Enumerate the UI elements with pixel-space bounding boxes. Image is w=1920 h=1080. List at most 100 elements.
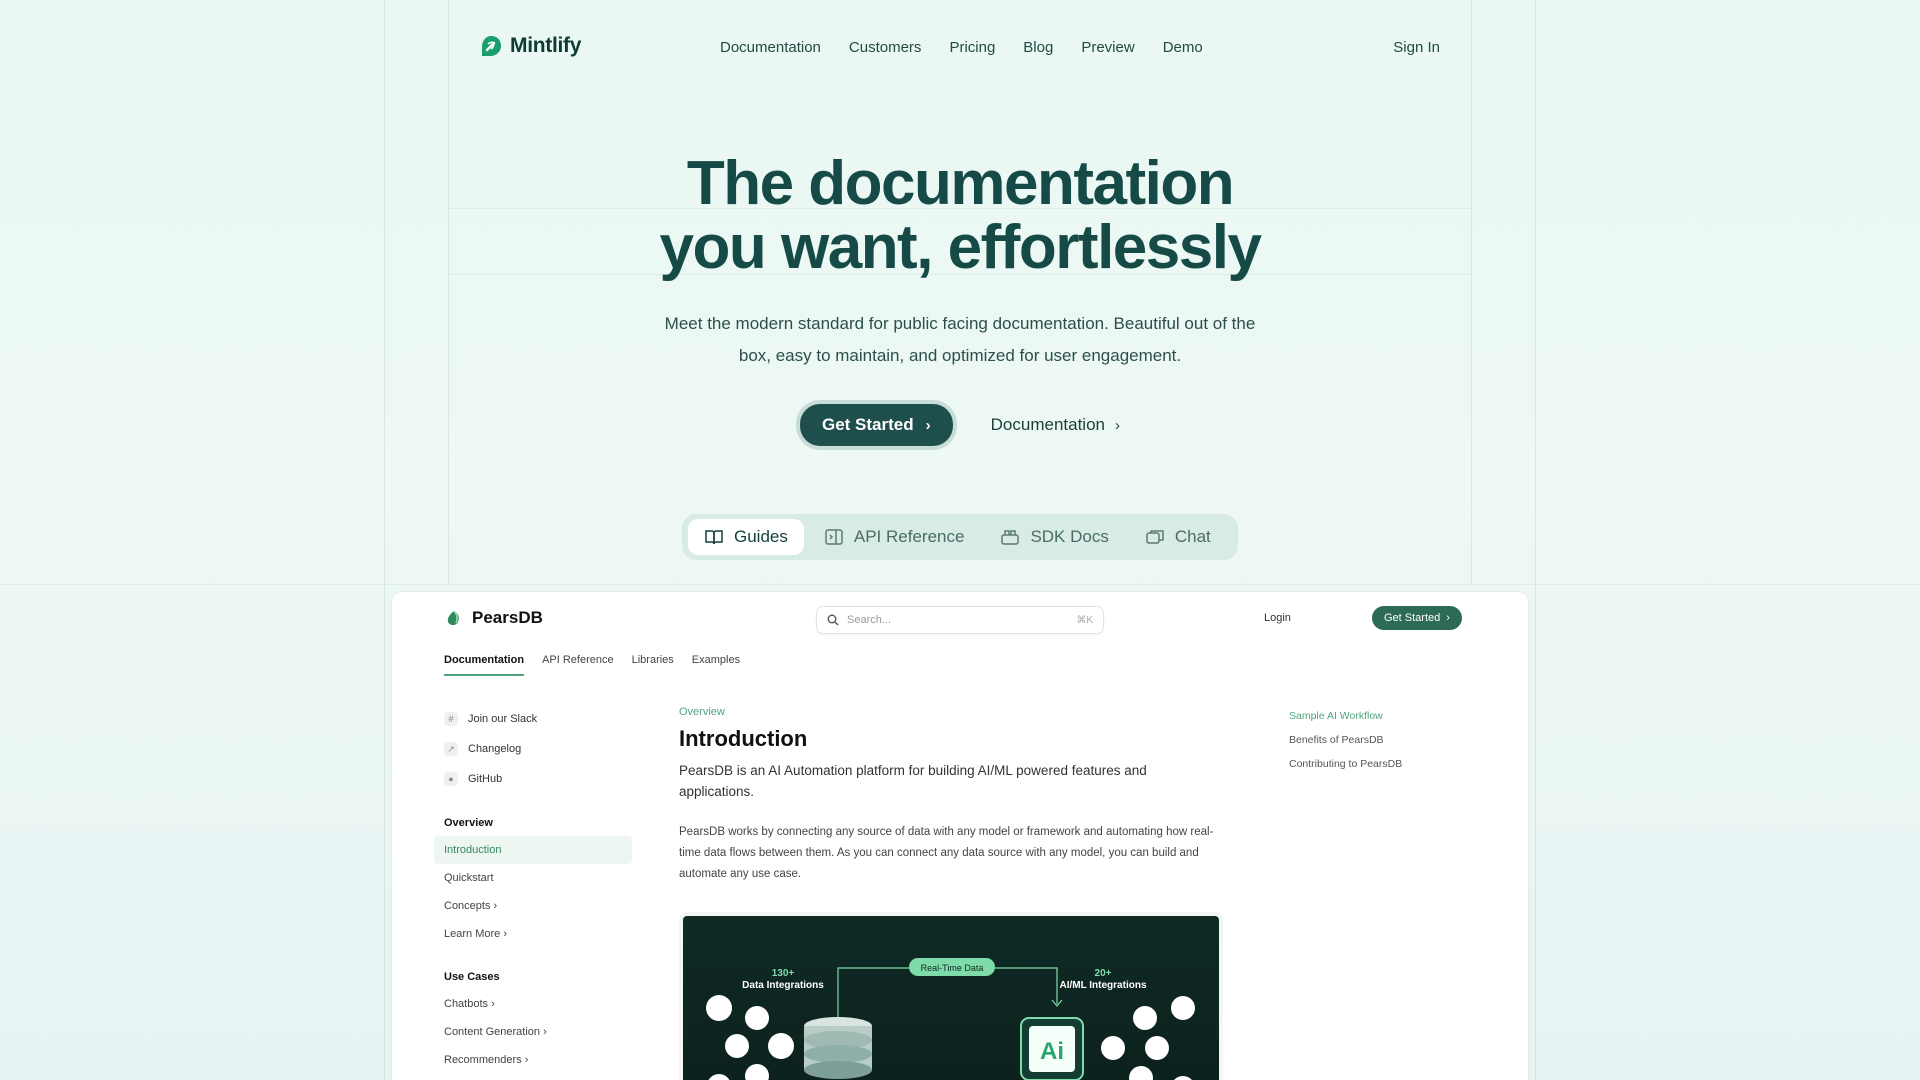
- ai-integrations-label: AI/ML Integrations: [1059, 980, 1146, 991]
- cta-row: Get Started › Documentation ›: [0, 404, 1920, 446]
- book-icon: [705, 530, 723, 545]
- huggingface-icon: [1145, 1036, 1169, 1060]
- nav-link-preview[interactable]: Preview: [1081, 39, 1134, 56]
- preview-sidebar: # Join our Slack ↗ Changelog ● GitHub Ov…: [434, 704, 632, 1074]
- preview-brand-logo[interactable]: PearsDB: [444, 608, 543, 628]
- grid-line: [384, 0, 385, 584]
- documentation-button[interactable]: Documentation ›: [991, 415, 1120, 435]
- documentation-label: Documentation: [990, 415, 1105, 434]
- preview-header: PearsDB Search... ⌘K Login Get Started ›: [444, 604, 1476, 634]
- tab-api-reference[interactable]: API Reference: [808, 519, 981, 555]
- workflow-diagram-art: Real-Time Data 130+ Data Integrations 20…: [706, 958, 1195, 1080]
- nav-link-customers[interactable]: Customers: [849, 39, 922, 56]
- sidebar-heading-use-cases: Use Cases: [444, 971, 500, 983]
- integration-icon: [708, 1074, 730, 1080]
- data-integrations-label: Data Integrations: [742, 980, 824, 991]
- sidebar-item-quickstart[interactable]: Quickstart: [434, 864, 632, 892]
- postgres-icon: [768, 1033, 794, 1059]
- real-time-data-label: Real-Time Data: [921, 963, 984, 973]
- sidebar-item-content-generation[interactable]: Content Generation ›: [434, 1018, 632, 1046]
- sidebar-item-chatbots[interactable]: Chatbots ›: [434, 990, 632, 1018]
- rocket-icon: ↗: [444, 742, 458, 756]
- chevron-right-icon: ›: [524, 1054, 529, 1066]
- pear-leaf-icon: [447, 610, 459, 625]
- grid-line: [1471, 0, 1472, 584]
- mongodb-icon: [745, 1006, 769, 1030]
- integration-icon: [1133, 1006, 1157, 1030]
- integration-icon: [1171, 996, 1195, 1020]
- nav-link-demo[interactable]: Demo: [1163, 39, 1203, 56]
- nav-link-pricing[interactable]: Pricing: [949, 39, 995, 56]
- preview-tab-libraries[interactable]: Libraries: [632, 654, 674, 676]
- toc-item-sample-ai-workflow[interactable]: Sample AI Workflow: [1289, 710, 1402, 734]
- sidebar-link-github[interactable]: ● GitHub: [434, 764, 632, 794]
- sidebar-link-label: Changelog: [468, 743, 522, 755]
- docs-preview-panel: PearsDB Search... ⌘K Login Get Started ›…: [392, 592, 1528, 1080]
- table-of-contents: Sample AI Workflow Benefits of PearsDB C…: [1289, 710, 1402, 782]
- sidebar-item-concepts[interactable]: Concepts ›: [434, 892, 632, 920]
- workflow-diagram: Real-Time Data 130+ Data Integrations 20…: [679, 912, 1223, 1080]
- snowflake-icon: [725, 1034, 749, 1058]
- sidebar-item-label: Recommenders: [444, 1054, 522, 1066]
- sidebar-link-changelog[interactable]: ↗ Changelog: [434, 734, 632, 764]
- get-started-label: Get Started: [822, 415, 914, 434]
- hero-subtitle: Meet the modern standard for public faci…: [664, 314, 1256, 365]
- chevron-right-icon: ›: [491, 998, 495, 1010]
- sidebar-item-label: Learn More: [444, 928, 501, 940]
- chevron-right-icon: ›: [1446, 612, 1450, 624]
- chevron-right-icon: ›: [543, 1026, 547, 1038]
- chevron-right-icon: ›: [925, 416, 931, 434]
- slack-icon: [745, 1064, 769, 1080]
- sidebar-item-recommenders[interactable]: Recommenders ›: [434, 1046, 632, 1074]
- github-icon: ●: [444, 772, 458, 786]
- tab-sdk-docs-label: SDK Docs: [1030, 527, 1109, 546]
- ai-chip-icon: Ai: [1020, 1017, 1084, 1080]
- package-icon: [1001, 530, 1020, 545]
- chat-icon: [1146, 530, 1164, 544]
- nav-link-documentation[interactable]: Documentation: [720, 39, 821, 56]
- preview-tab-api-reference[interactable]: API Reference: [542, 654, 614, 676]
- preview-get-started-label: Get Started: [1384, 612, 1441, 624]
- preview-get-started-button[interactable]: Get Started ›: [1372, 606, 1462, 630]
- page-lead: PearsDB is an AI Automation platform for…: [679, 763, 1147, 799]
- ai-badge: Ai: [1040, 1038, 1064, 1065]
- sign-in-link[interactable]: Sign In: [1393, 39, 1440, 56]
- openai-icon: [1101, 1036, 1125, 1060]
- anthropic-icon: [1129, 1066, 1153, 1080]
- toc-item-contributing[interactable]: Contributing to PearsDB: [1289, 758, 1402, 782]
- sidebar-link-label: GitHub: [468, 773, 503, 785]
- sidebar-item-learn-more[interactable]: Learn More ›: [434, 920, 632, 948]
- page-body: PearsDB works by connecting any source o…: [679, 826, 1214, 880]
- tab-guides-label: Guides: [734, 527, 788, 546]
- tab-sdk-docs[interactable]: SDK Docs: [984, 519, 1124, 555]
- grid-line: [384, 584, 385, 1080]
- brand-logo[interactable]: Mintlify: [480, 34, 581, 58]
- tab-chat-label: Chat: [1174, 527, 1211, 546]
- sidebar-item-introduction[interactable]: Introduction: [434, 836, 632, 864]
- hero-title-line1: The documentation: [686, 149, 1235, 218]
- preview-content: Overview Introduction PearsDB is an AI A…: [679, 706, 1219, 885]
- get-started-button[interactable]: Get Started ›: [800, 404, 953, 446]
- tab-api-reference-label: API Reference: [853, 527, 965, 546]
- tab-guides[interactable]: Guides: [688, 519, 804, 555]
- nav-link-blog[interactable]: Blog: [1023, 39, 1053, 56]
- sidebar-item-label: Concepts: [444, 900, 491, 912]
- tab-chat[interactable]: Chat: [1129, 519, 1227, 555]
- product-tabs: Guides API Reference SDK Docs Chat: [682, 514, 1238, 560]
- integration-icon: [1174, 1076, 1192, 1080]
- sidebar-item-label: Chatbots: [444, 998, 489, 1010]
- preview-tab-examples[interactable]: Examples: [692, 654, 740, 676]
- ai-integrations-count: 20+: [1095, 968, 1112, 979]
- code-panel-icon: [825, 529, 843, 545]
- preview-tab-documentation[interactable]: Documentation: [444, 654, 525, 676]
- data-integrations-count: 130+: [772, 968, 795, 979]
- search-icon: [827, 614, 839, 626]
- brand-name: Mintlify: [510, 34, 582, 57]
- preview-login-link[interactable]: Login: [1264, 612, 1291, 624]
- preview-search-input[interactable]: Search... ⌘K: [816, 606, 1104, 634]
- page-title: Introduction: [679, 726, 808, 751]
- toc-item-benefits[interactable]: Benefits of PearsDB: [1289, 734, 1402, 758]
- sidebar-link-slack[interactable]: # Join our Slack: [434, 704, 632, 734]
- hero-title-line2: you want, effortlessly: [659, 213, 1262, 282]
- sidebar-link-label: Join our Slack: [468, 713, 538, 725]
